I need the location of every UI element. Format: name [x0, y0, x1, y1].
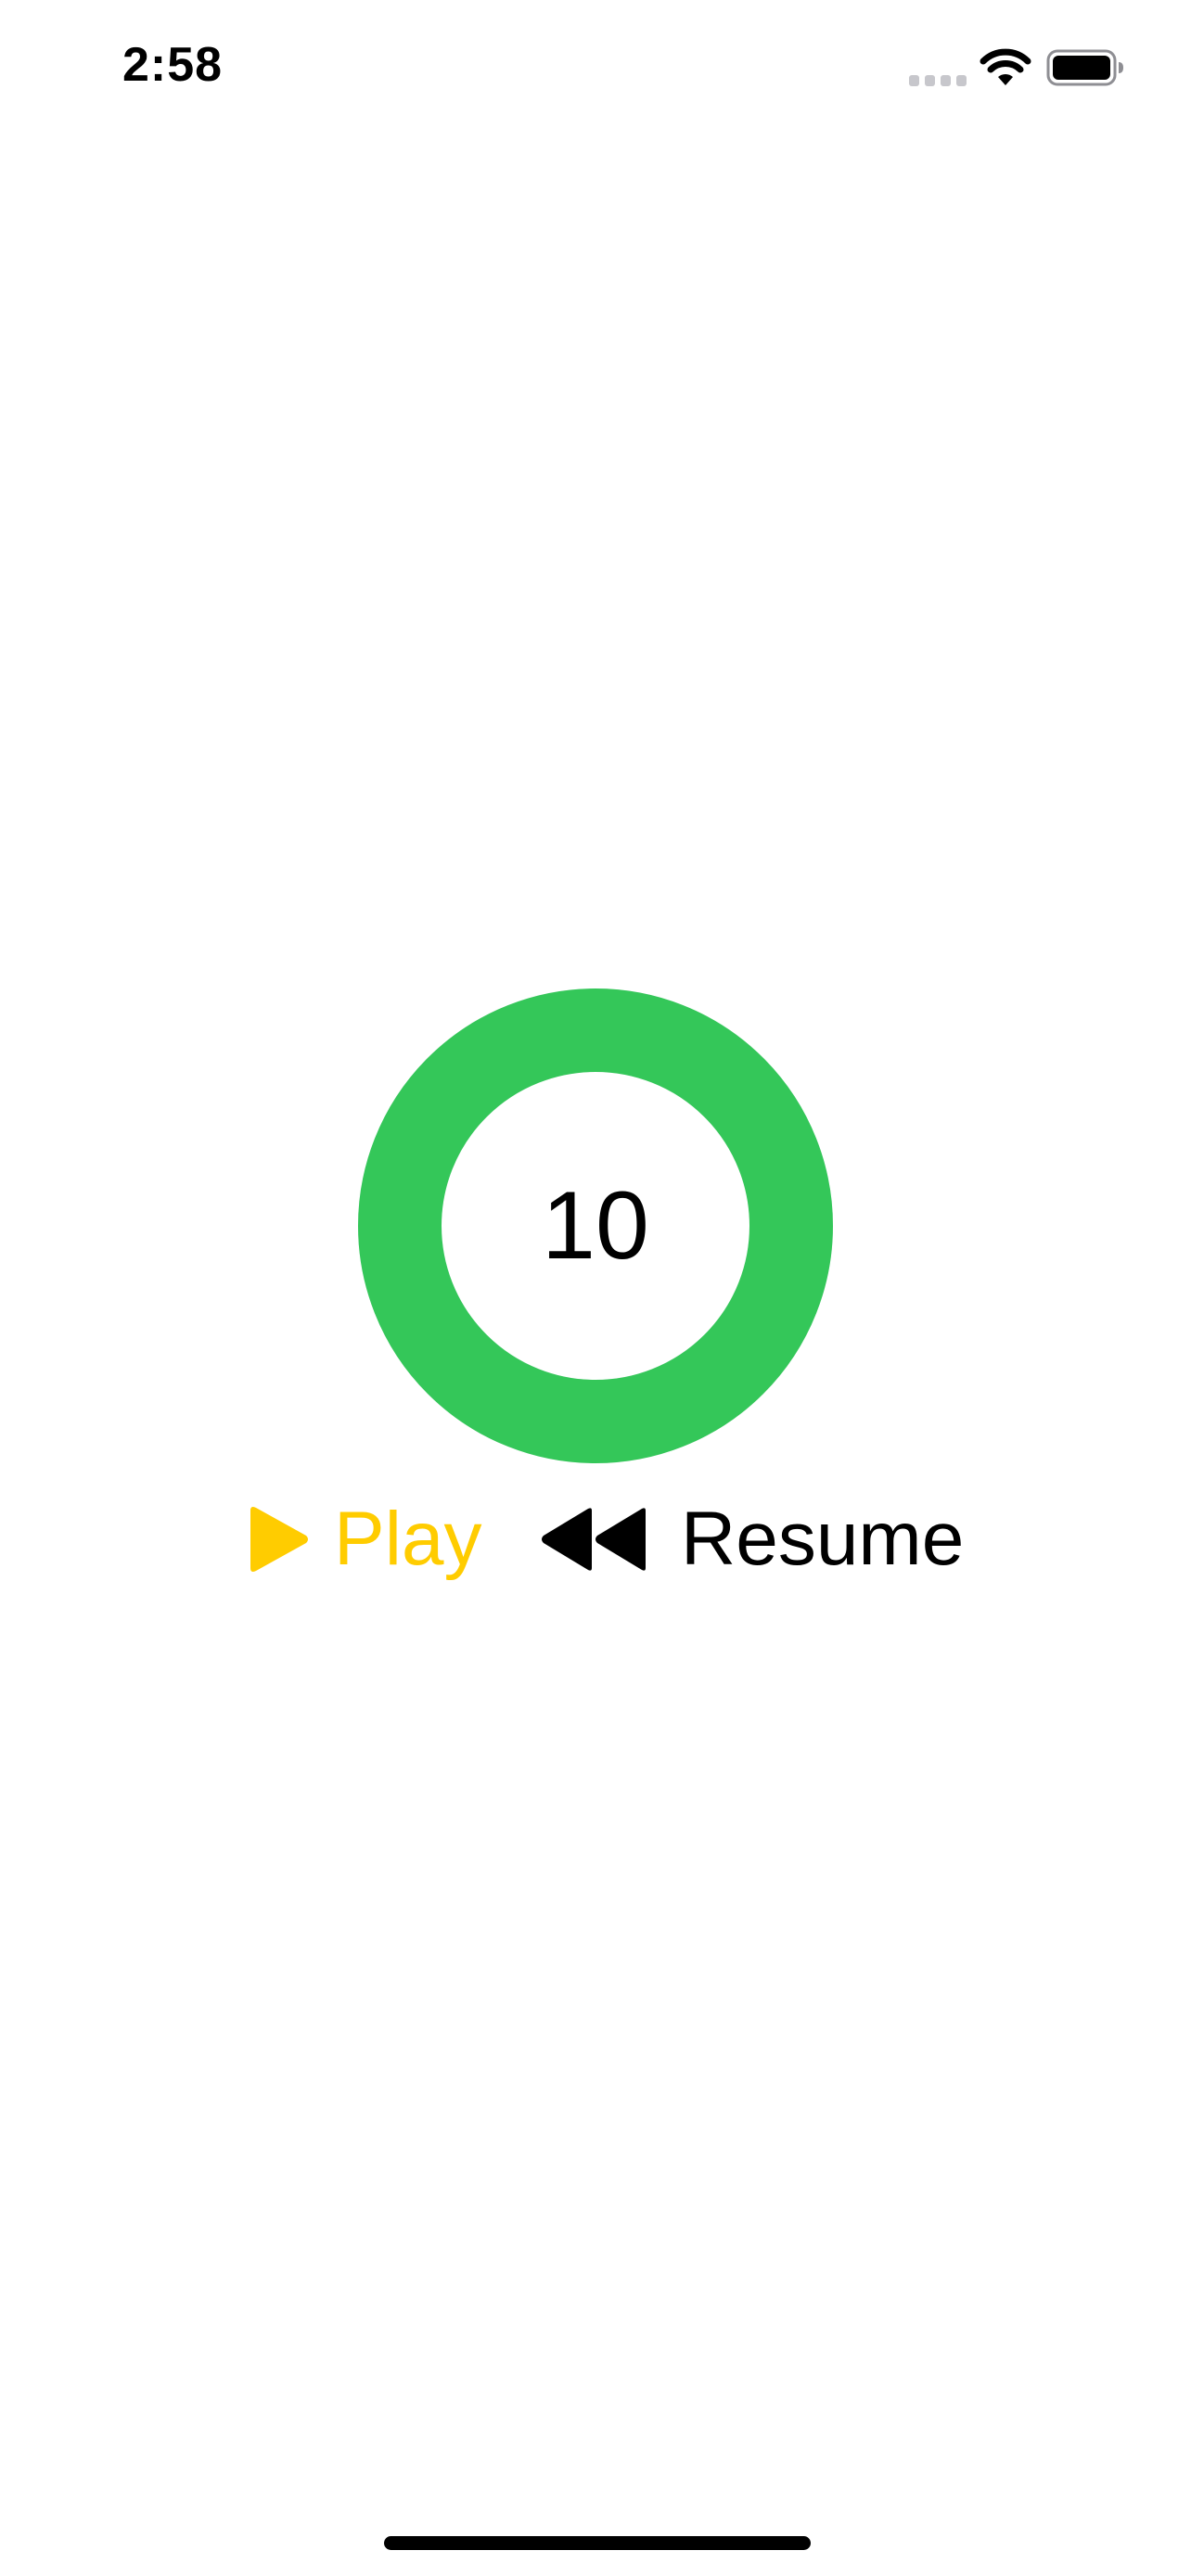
wifi-icon: [980, 48, 1031, 85]
battery-icon: [1046, 49, 1123, 86]
timer-value: 10: [542, 1171, 649, 1280]
cellular-signal-icon: [909, 75, 967, 86]
controls: Play Resume: [0, 1488, 1191, 1590]
play-icon: [250, 1507, 308, 1572]
resume-button[interactable]: Resume: [540, 1488, 964, 1590]
status-time: 2:58: [122, 38, 224, 92]
home-indicator[interactable]: [384, 2536, 811, 2550]
play-button-label: Play: [334, 1497, 482, 1581]
rewind-icon: [542, 1508, 646, 1571]
resume-button-label: Resume: [681, 1497, 965, 1581]
countdown-timer: 10: [358, 988, 833, 1463]
play-button[interactable]: Play: [247, 1488, 482, 1590]
status-bar: 2:58: [0, 0, 1191, 139]
